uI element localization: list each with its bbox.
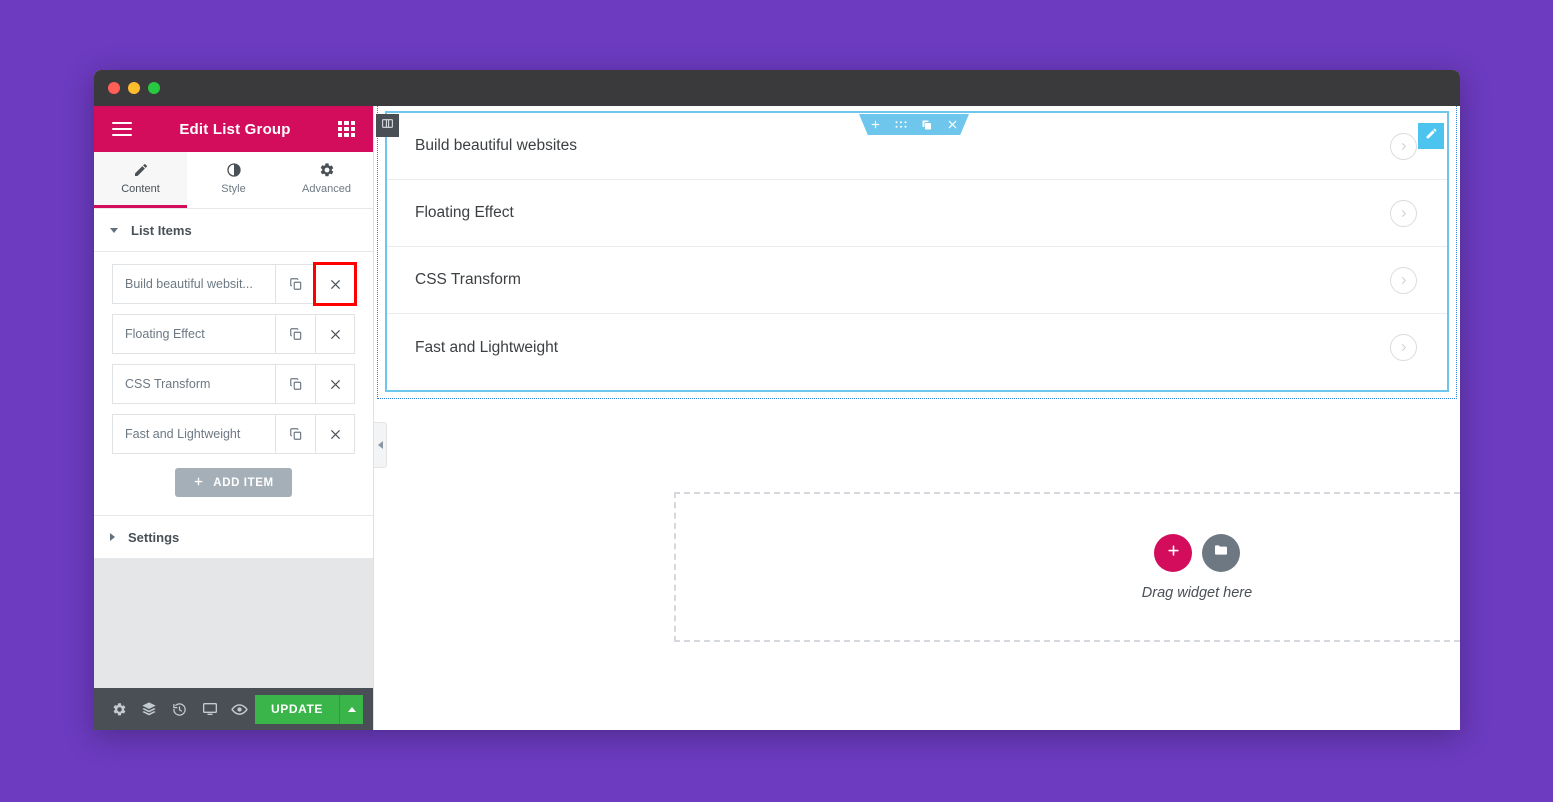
tab-advanced-label: Advanced <box>302 183 351 195</box>
remove-item-button[interactable] <box>315 314 355 354</box>
section-list-items[interactable]: List Items <box>94 208 373 252</box>
remove-item-button[interactable] <box>315 414 355 454</box>
window-close-button[interactable] <box>108 82 120 94</box>
canvas-section-inner: Build beautiful websites Floating Effect <box>385 111 1449 392</box>
folder-icon <box>1213 542 1229 563</box>
tab-style[interactable]: Style <box>187 152 280 208</box>
window-maximize-button[interactable] <box>148 82 160 94</box>
plus-icon <box>193 476 204 490</box>
caret-up-icon[interactable] <box>339 694 363 724</box>
column-layout-icon <box>381 117 394 135</box>
repeater-item-title[interactable]: CSS Transform <box>112 364 275 404</box>
update-button-group: UPDATE <box>254 694 363 724</box>
duplicate-icon[interactable] <box>921 119 933 131</box>
chevron-right-icon <box>110 533 115 541</box>
plus-icon <box>1166 543 1181 563</box>
tab-advanced[interactable]: Advanced <box>280 152 373 208</box>
panel-collapse-handle[interactable] <box>374 422 387 468</box>
section-settings[interactable]: Settings <box>94 515 373 559</box>
panel-tabs: Content Style Advanced <box>94 152 373 208</box>
repeater-item-title[interactable]: Floating Effect <box>112 314 275 354</box>
history-icon[interactable] <box>164 702 194 717</box>
panel-footer-toolbar: UPDATE <box>94 688 373 730</box>
panel-empty-area <box>94 559 373 688</box>
chevron-left-icon <box>377 441 383 449</box>
gear-icon[interactable] <box>104 702 134 717</box>
widget-dropzone[interactable]: Drag widget here <box>674 492 1460 642</box>
tab-content-label: Content <box>121 183 160 195</box>
dropzone-buttons <box>1154 533 1240 572</box>
chevron-right-circle-icon <box>1390 132 1417 160</box>
add-icon[interactable] <box>870 119 881 130</box>
repeater-item-title[interactable]: Build beautiful websit... <box>112 264 275 304</box>
list-items-repeater: Build beautiful websit... Floating Effec… <box>94 252 373 515</box>
duplicate-item-button[interactable] <box>275 264 315 304</box>
chevron-right-circle-icon <box>1390 266 1417 294</box>
layers-icon[interactable] <box>134 701 164 717</box>
section-settings-label: Settings <box>128 529 180 545</box>
add-item-label: ADD ITEM <box>213 476 274 489</box>
dropzone-label: Drag widget here <box>1141 584 1253 601</box>
widget-list-row-text: Floating Effect <box>415 204 514 221</box>
widget-floating-toolbar[interactable] <box>859 114 969 135</box>
repeater-item[interactable]: Build beautiful websit... <box>112 262 357 306</box>
remove-item-button[interactable] <box>313 262 357 306</box>
editor-body: Edit List Group Content Style Advanced L… <box>94 106 1460 730</box>
window-titlebar <box>94 70 1460 106</box>
panel-title: Edit List Group <box>179 120 291 138</box>
chevron-right-circle-icon <box>1390 199 1417 227</box>
canvas-section[interactable]: Build beautiful websites Floating Effect <box>377 106 1457 399</box>
update-button[interactable]: UPDATE <box>254 694 339 724</box>
monitor-icon[interactable] <box>195 701 225 717</box>
repeater-item[interactable]: Fast and Lightweight <box>112 414 355 454</box>
widget-list-row[interactable]: Fast and Lightweight <box>387 314 1447 381</box>
contrast-circle-icon <box>226 162 242 178</box>
tab-content[interactable]: Content <box>94 152 187 208</box>
panel-header: Edit List Group <box>94 106 373 152</box>
chevron-right-circle-icon <box>1390 334 1417 361</box>
grid-apps-icon[interactable] <box>337 120 355 138</box>
add-item-button[interactable]: ADD ITEM <box>175 468 292 497</box>
chevron-down-icon <box>110 227 118 233</box>
widget-list-row-text: Fast and Lightweight <box>415 338 559 356</box>
duplicate-item-button[interactable] <box>275 314 315 354</box>
editor-panel: Edit List Group Content Style Advanced L… <box>94 106 374 730</box>
window-minimize-button[interactable] <box>128 82 140 94</box>
drag-dots-icon[interactable] <box>895 120 907 129</box>
widget-list-row[interactable]: CSS Transform <box>387 247 1447 314</box>
pencil-edit-icon <box>1425 127 1438 145</box>
duplicate-item-button[interactable] <box>275 414 315 454</box>
widget-list-row-text: CSS Transform <box>415 271 521 288</box>
duplicate-item-button[interactable] <box>275 364 315 404</box>
column-handle[interactable] <box>376 114 399 137</box>
repeater-item[interactable]: CSS Transform <box>112 364 355 404</box>
hamburger-icon[interactable] <box>112 122 132 136</box>
add-widget-button[interactable] <box>1154 533 1192 572</box>
add-template-button[interactable] <box>1202 533 1240 572</box>
remove-item-button[interactable] <box>315 364 355 404</box>
edit-widget-button[interactable] <box>1418 123 1444 149</box>
pencil-icon <box>133 162 149 178</box>
repeater-item[interactable]: Floating Effect <box>112 314 355 354</box>
widget-list-row[interactable]: Floating Effect <box>387 180 1447 247</box>
gear-icon <box>319 162 335 178</box>
widget-list-row-text: Build beautiful websites <box>415 137 577 154</box>
list-group-widget[interactable]: Build beautiful websites Floating Effect <box>387 113 1447 390</box>
browser-window: Edit List Group Content Style Advanced L… <box>94 70 1460 730</box>
add-item-row: ADD ITEM <box>112 464 355 499</box>
eye-icon[interactable] <box>225 701 255 718</box>
editor-canvas: Build beautiful websites Floating Effect <box>374 106 1460 730</box>
section-list-items-label: List Items <box>131 222 192 238</box>
close-x-icon[interactable] <box>947 119 958 130</box>
tab-style-label: Style <box>221 183 246 195</box>
repeater-item-title[interactable]: Fast and Lightweight <box>112 414 275 454</box>
